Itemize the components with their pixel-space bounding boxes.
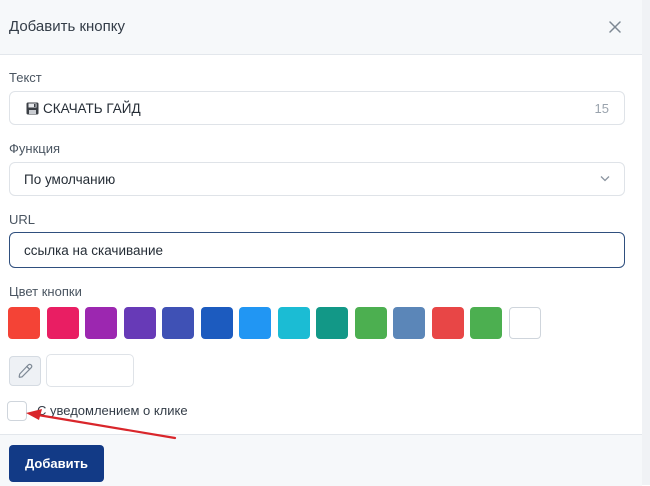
color-swatch[interactable] bbox=[431, 307, 464, 339]
color-swatch[interactable] bbox=[354, 307, 387, 339]
eyedropper-icon bbox=[18, 363, 33, 378]
color-swatch[interactable] bbox=[85, 307, 117, 339]
color-picker-button[interactable] bbox=[9, 356, 41, 386]
color-swatch[interactable] bbox=[239, 307, 271, 339]
custom-color-input[interactable] bbox=[46, 354, 134, 387]
color-swatch[interactable] bbox=[123, 307, 156, 339]
chevron-down-icon bbox=[600, 176, 610, 182]
color-swatch[interactable] bbox=[46, 307, 79, 339]
add-button[interactable]: Добавить bbox=[9, 445, 104, 482]
color-swatch[interactable] bbox=[508, 307, 541, 339]
text-field-value-wrap: СКАЧАТЬ ГАЙД bbox=[26, 101, 141, 116]
url-input[interactable]: ссылка на скачивание bbox=[9, 232, 625, 268]
text-field-value: СКАЧАТЬ ГАЙД bbox=[43, 101, 141, 116]
close-button[interactable] bbox=[603, 15, 627, 39]
color-swatch[interactable] bbox=[277, 307, 310, 339]
notify-checkbox[interactable] bbox=[7, 401, 27, 421]
color-swatch[interactable] bbox=[316, 307, 348, 339]
text-field[interactable]: СКАЧАТЬ ГАЙД 15 bbox=[9, 91, 625, 125]
scrollbar[interactable] bbox=[642, 0, 650, 485]
floppy-disk-icon bbox=[26, 102, 39, 115]
function-select-value: По умолчанию bbox=[24, 172, 116, 187]
text-field-label: Текст bbox=[9, 70, 42, 85]
url-field-label: URL bbox=[9, 212, 36, 227]
dialog-title: Добавить кнопку bbox=[9, 18, 126, 35]
function-field-label: Функция bbox=[9, 141, 60, 156]
url-input-value: ссылка на скачивание bbox=[24, 243, 164, 258]
color-swatch[interactable] bbox=[162, 307, 194, 339]
color-swatch[interactable] bbox=[470, 307, 502, 339]
color-swatch[interactable] bbox=[8, 307, 40, 339]
close-icon bbox=[609, 21, 621, 33]
dialog-header: Добавить кнопку bbox=[0, 0, 642, 55]
notify-checkbox-label: С уведомлением о клике bbox=[37, 403, 188, 418]
function-select[interactable]: По умолчанию bbox=[9, 162, 625, 196]
button-color-label: Цвет кнопки bbox=[9, 284, 82, 299]
color-swatch[interactable] bbox=[393, 307, 425, 339]
char-counter: 15 bbox=[594, 101, 609, 116]
color-swatch[interactable] bbox=[200, 307, 233, 339]
